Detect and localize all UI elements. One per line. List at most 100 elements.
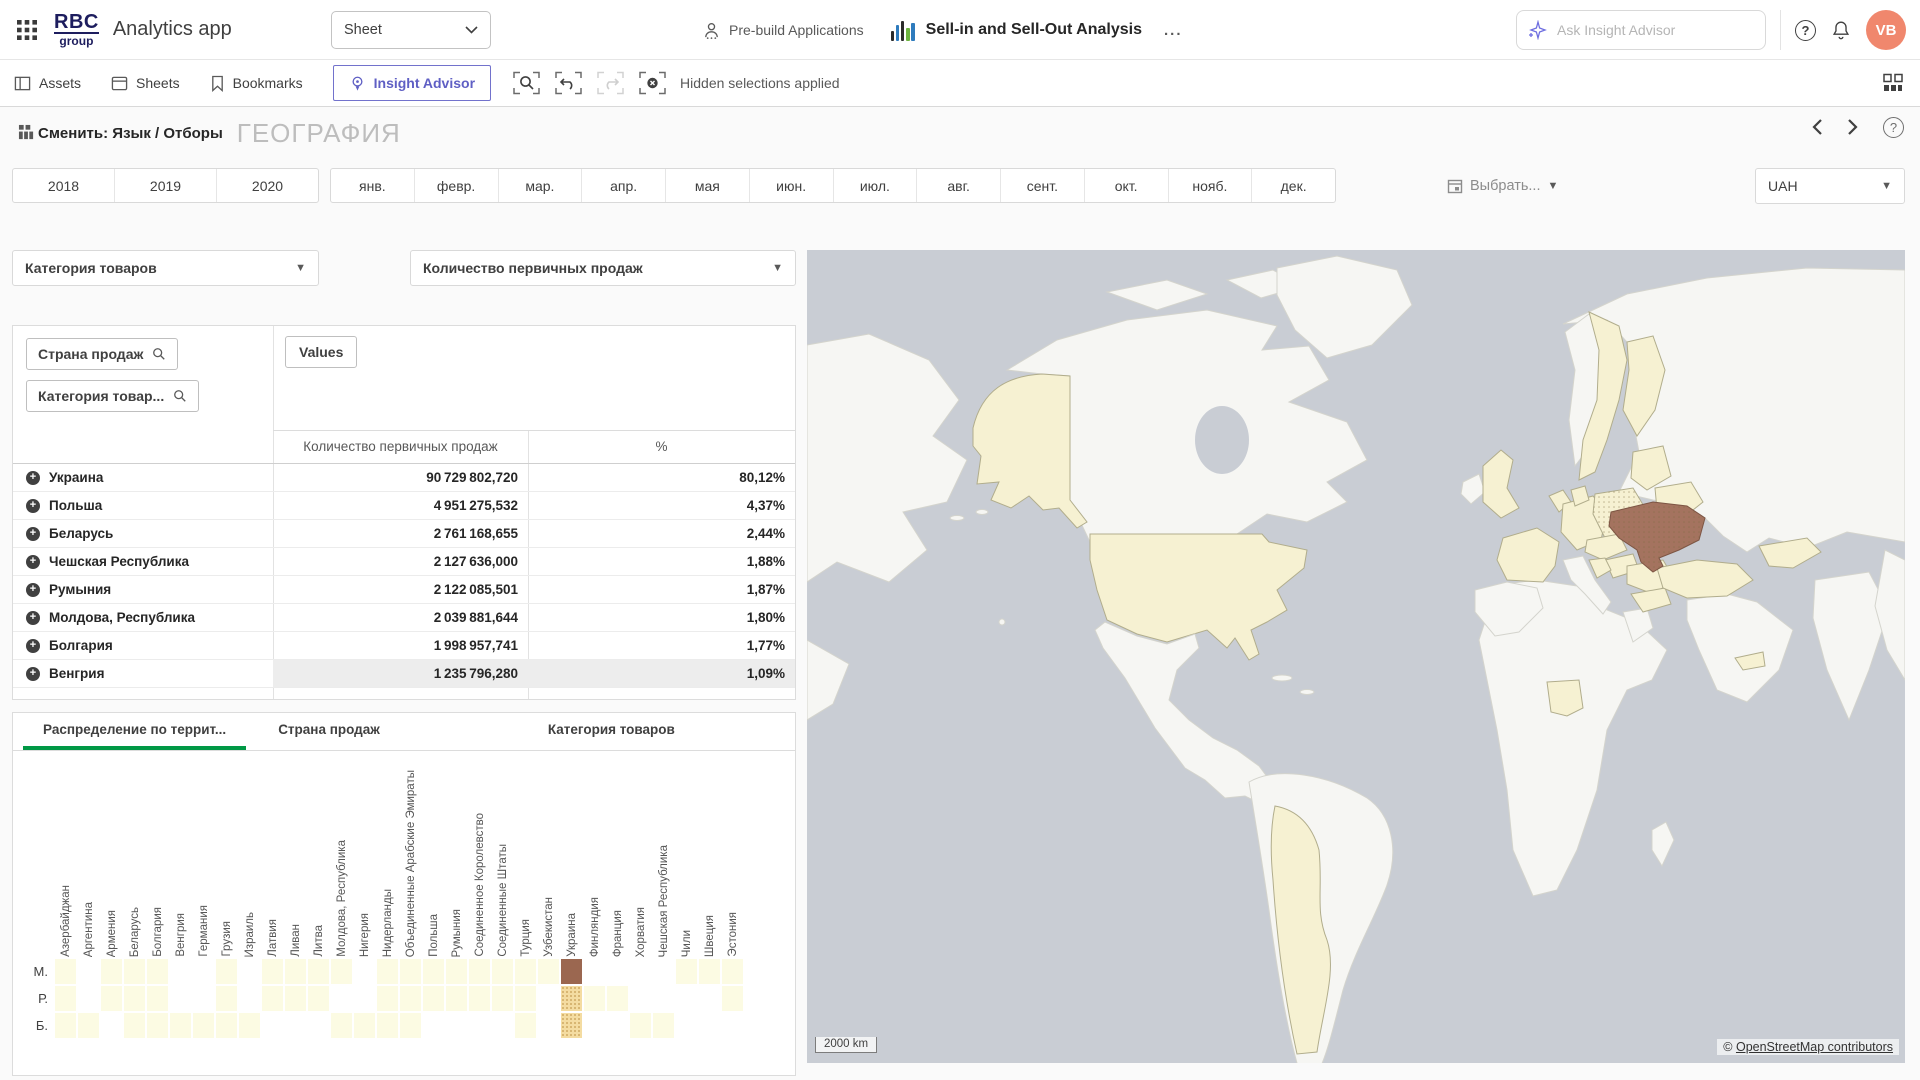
heatmap-cell[interactable] — [699, 959, 720, 984]
heatmap-cell[interactable] — [446, 986, 467, 1011]
heatmap-cell[interactable] — [469, 986, 490, 1011]
heatmap-cell[interactable] — [216, 986, 237, 1011]
month-filter-5[interactable]: мая — [665, 169, 749, 202]
heatmap-cell[interactable] — [722, 986, 743, 1011]
heatmap-cell[interactable] — [331, 986, 352, 1011]
table-row[interactable]: +Венгрия1 235 796,2801,09% — [13, 660, 795, 688]
heatmap-cell[interactable] — [55, 986, 76, 1011]
month-filter-3[interactable]: мар. — [498, 169, 582, 202]
percent-cell[interactable]: 1,09% — [528, 660, 795, 687]
row-country-cell[interactable]: +Румыния — [13, 576, 273, 603]
expand-icon[interactable]: + — [26, 583, 40, 597]
heatmap-cell[interactable] — [262, 986, 283, 1011]
heatmap-cell[interactable] — [101, 1013, 122, 1038]
heatmap-cell[interactable] — [607, 959, 628, 984]
heatmap-cell[interactable] — [308, 1013, 329, 1038]
row-country-cell[interactable]: +Молдова, Республика — [13, 604, 273, 631]
percent-cell[interactable]: 2,44% — [528, 520, 795, 547]
heatmap-cell[interactable] — [653, 986, 674, 1011]
heatmap-cell[interactable] — [262, 1013, 283, 1038]
heatmap-cell[interactable] — [354, 1013, 375, 1038]
heatmap-cell[interactable] — [78, 1013, 99, 1038]
month-filter-8[interactable]: авг. — [916, 169, 1000, 202]
heatmap-cell[interactable] — [354, 986, 375, 1011]
heatmap-cell[interactable] — [124, 1013, 145, 1038]
heatmap-cell[interactable] — [331, 959, 352, 984]
year-filter-2020[interactable]: 2020 — [216, 169, 318, 202]
heatmap-cell[interactable] — [78, 959, 99, 984]
table-row[interactable]: +Болгария1 998 957,7411,77% — [13, 632, 795, 660]
heatmap-cell[interactable] — [331, 1013, 352, 1038]
heatmap-cell[interactable] — [630, 986, 651, 1011]
heatmap-cell[interactable] — [561, 986, 582, 1011]
heatmap-cell[interactable] — [354, 959, 375, 984]
heatmap-cell[interactable] — [78, 986, 99, 1011]
heatmap-cell[interactable] — [147, 959, 168, 984]
heatmap-cell[interactable] — [538, 959, 559, 984]
heatmap-cell[interactable] — [515, 959, 536, 984]
expand-icon[interactable]: + — [26, 527, 40, 541]
heatmap-cell[interactable] — [285, 959, 306, 984]
row-country-cell[interactable]: +Беларусь — [13, 520, 273, 547]
sheet-help-icon[interactable]: ? — [1883, 117, 1904, 138]
heatmap-cell[interactable] — [55, 959, 76, 984]
prebuild-applications-link[interactable]: Pre-build Applications — [729, 22, 864, 38]
table-row[interactable]: +Чешская Республика2 127 636,0001,88% — [13, 548, 795, 576]
language-switcher[interactable]: Сменить: Язык / Отборы — [38, 125, 223, 142]
chart-tab-3[interactable]: Категория товаров — [528, 713, 695, 750]
heatmap-cell[interactable] — [377, 986, 398, 1011]
row-country-cell[interactable]: +Венгрия — [13, 660, 273, 687]
table-row[interactable]: +Польша4 951 275,5324,37% — [13, 492, 795, 520]
values-button[interactable]: Values — [285, 336, 357, 368]
heatmap-cell[interactable] — [285, 986, 306, 1011]
chevron-left-icon[interactable] — [1811, 118, 1823, 136]
help-icon[interactable]: ? — [1795, 20, 1816, 41]
row-country-cell[interactable]: +Польша — [13, 492, 273, 519]
year-filter-2018[interactable]: 2018 — [13, 169, 114, 202]
sales-value-cell[interactable]: 1 235 796,280 — [273, 660, 528, 687]
dimension-category-button[interactable]: Категория товар... — [26, 380, 199, 412]
heatmap-cell[interactable] — [584, 959, 605, 984]
year-filter-2019[interactable]: 2019 — [114, 169, 216, 202]
heatmap-cell[interactable] — [653, 959, 674, 984]
heatmap-cell[interactable] — [170, 986, 191, 1011]
heatmap-cell[interactable] — [216, 959, 237, 984]
percent-cell[interactable]: 1,77% — [528, 632, 795, 659]
heatmap-cell[interactable] — [630, 1013, 651, 1038]
undo-selection-icon[interactable] — [555, 71, 582, 95]
heatmap-cell[interactable] — [492, 986, 513, 1011]
osm-link[interactable]: OpenStreetMap contributors — [1736, 1040, 1893, 1054]
bell-icon[interactable] — [1830, 19, 1852, 41]
heatmap-cell[interactable] — [193, 1013, 214, 1038]
search-selections-icon[interactable] — [513, 71, 540, 95]
heatmap-cell[interactable] — [423, 986, 444, 1011]
heatmap-cell[interactable] — [538, 1013, 559, 1038]
heatmap-cell[interactable] — [492, 1013, 513, 1038]
heatmap-cell[interactable] — [170, 959, 191, 984]
heatmap-cell[interactable] — [607, 986, 628, 1011]
heatmap-cell[interactable] — [400, 959, 421, 984]
layout-grid-icon[interactable] — [18, 124, 35, 142]
month-filter-7[interactable]: июл. — [833, 169, 917, 202]
expand-icon[interactable]: + — [26, 667, 40, 681]
tab-sheets[interactable]: Sheets — [111, 74, 180, 92]
heatmap-cell[interactable] — [308, 959, 329, 984]
heatmap-cell[interactable] — [699, 1013, 720, 1038]
sales-value-cell[interactable]: 2 761 168,655 — [273, 520, 528, 547]
heatmap-cell[interactable] — [147, 986, 168, 1011]
percent-cell[interactable]: 4,37% — [528, 492, 795, 519]
avatar[interactable]: VB — [1866, 10, 1906, 50]
heatmap-cell[interactable] — [676, 986, 697, 1011]
tab-bookmarks[interactable]: Bookmarks — [210, 74, 303, 92]
table-row[interactable]: +Украина90 729 802,72080,12% — [13, 464, 795, 492]
heatmap-cell[interactable] — [400, 986, 421, 1011]
heatmap-cell[interactable] — [423, 959, 444, 984]
month-filter-2[interactable]: февр. — [414, 169, 498, 202]
heatmap-cell[interactable] — [630, 959, 651, 984]
month-filter-12[interactable]: дек. — [1251, 169, 1335, 202]
heatmap-cell[interactable] — [124, 986, 145, 1011]
heatmap-cell[interactable] — [239, 1013, 260, 1038]
expand-icon[interactable]: + — [26, 611, 40, 625]
month-filter-1[interactable]: янв. — [331, 169, 414, 202]
sales-value-cell[interactable]: 4 951 275,532 — [273, 492, 528, 519]
